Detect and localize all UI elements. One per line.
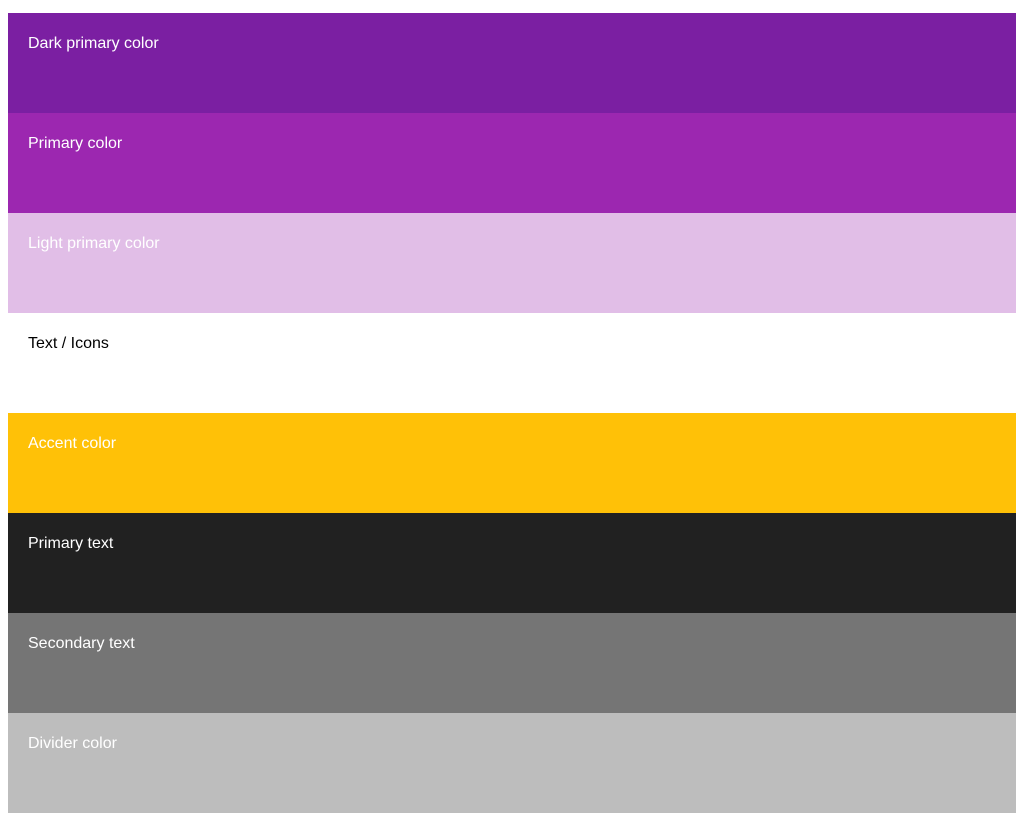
swatch-primary: Primary color [8,113,1016,213]
swatch-label: Secondary text [28,635,135,652]
swatch-label: Divider color [28,735,117,752]
swatch-light-primary: Light primary color [8,213,1016,313]
swatch-primary-text: Primary text [8,513,1016,613]
swatch-label: Text / Icons [28,335,109,352]
swatch-label: Primary color [28,135,123,152]
swatch-label: Light primary color [28,235,160,252]
swatch-accent: Accent color [8,413,1016,513]
color-palette: Dark primary color Primary color Light p… [8,13,1016,813]
swatch-label: Accent color [28,435,117,452]
swatch-secondary-text: Secondary text [8,613,1016,713]
swatch-label: Dark primary color [28,35,159,52]
swatch-label: Primary text [28,535,114,552]
swatch-text-icons: Text / Icons [8,313,1016,413]
swatch-divider: Divider color [8,713,1016,813]
swatch-dark-primary: Dark primary color [8,13,1016,113]
